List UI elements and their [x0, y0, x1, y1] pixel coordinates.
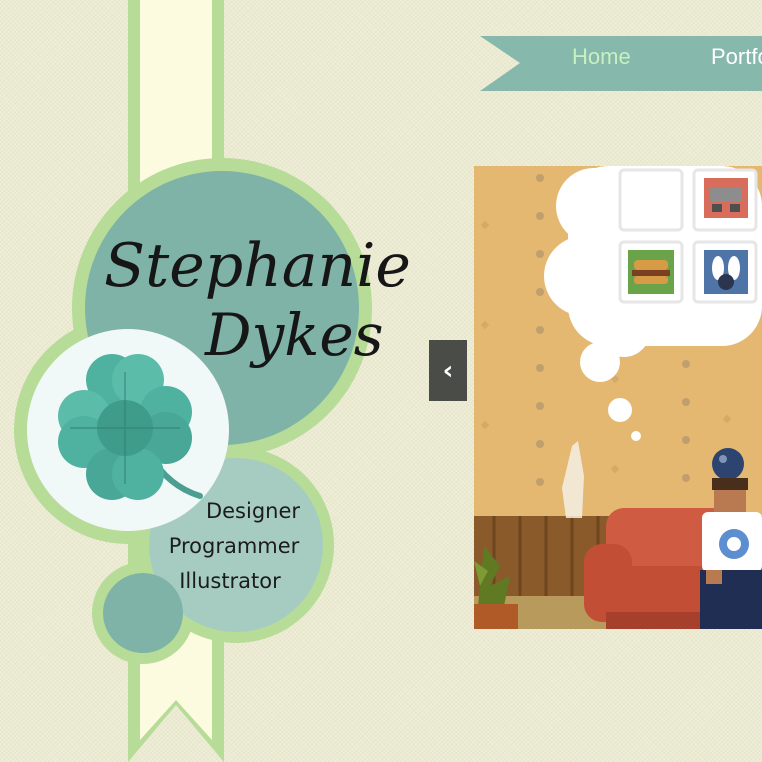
role-programmer: Programmer — [168, 534, 300, 558]
blank-tile-icon — [618, 168, 684, 232]
burger-icon — [618, 240, 684, 304]
chevron-left-icon: ‹ — [442, 355, 454, 386]
site-name-last: Dykes — [205, 301, 384, 369]
nav-home-link[interactable]: Home — [572, 46, 631, 68]
role-designer: Designer — [205, 499, 301, 523]
image-slider — [474, 166, 762, 629]
slider-prev-button[interactable]: ‹ — [429, 340, 467, 401]
role-illustrator: Illustrator — [179, 569, 281, 593]
site-name-first: Stephanie — [104, 231, 411, 301]
slide-image — [474, 166, 762, 629]
logo-badge — [14, 0, 372, 762]
nav-portfolio-link[interactable]: Portfo — [711, 46, 762, 68]
game-console-icon — [692, 168, 758, 232]
bowling-icon — [692, 240, 758, 304]
